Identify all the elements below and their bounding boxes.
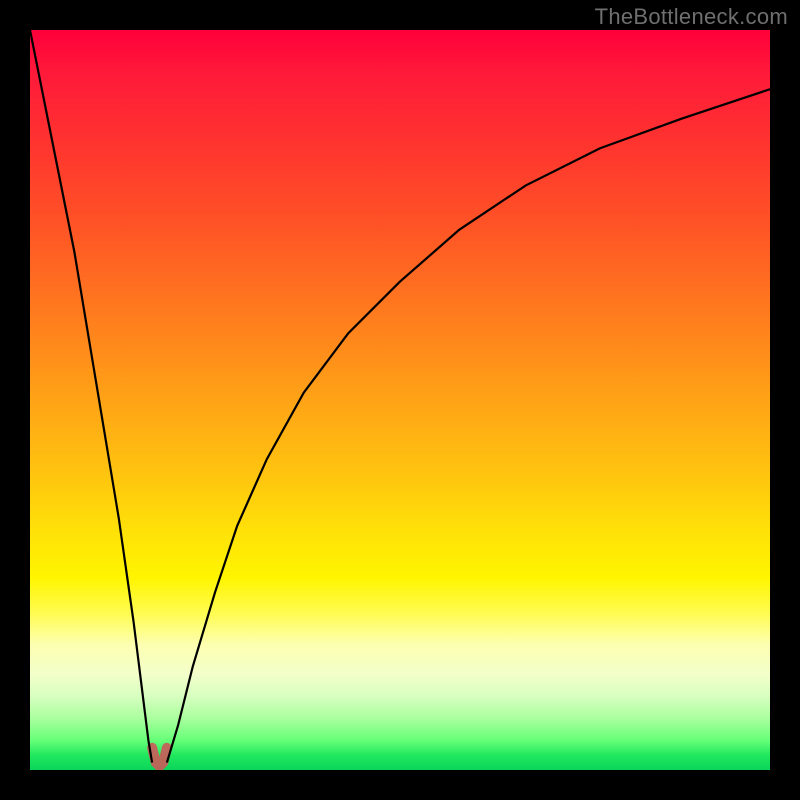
plot-area	[30, 30, 770, 770]
curve-left-branch	[30, 30, 152, 763]
chart-frame: TheBottleneck.com	[0, 0, 800, 800]
highlight-minimum	[152, 748, 167, 767]
curve-right-branch	[167, 89, 770, 762]
watermark-text: TheBottleneck.com	[595, 4, 788, 30]
curve-layer	[30, 30, 770, 770]
